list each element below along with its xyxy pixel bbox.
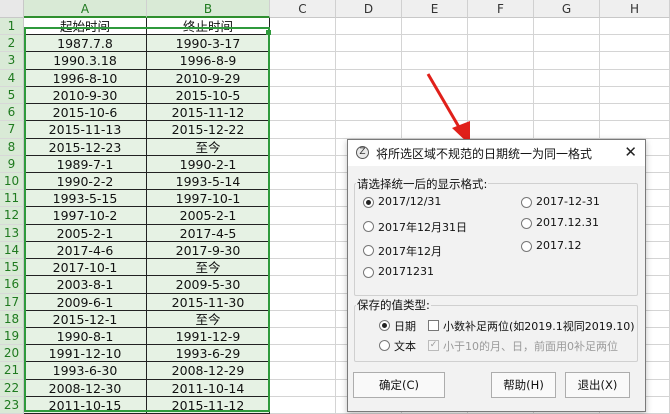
radio-format-dot-month[interactable] [521, 241, 532, 252]
value-group-label: 保存的值类型: [356, 297, 431, 313]
format-option-label: 20171231 [378, 265, 434, 278]
help-button[interactable]: 帮助(H) [491, 372, 556, 398]
radio-value-date[interactable] [379, 320, 390, 331]
checkbox-zero-pad-label: 小于10的月、日，前面用0补足两位 [443, 340, 618, 353]
date-format-dialog: Z 将所选区域不规范的日期统一为同一格式 ✕ 请选择统一后的显示格式: 2017… [347, 139, 646, 412]
format-option-label: 2017-12-31 [536, 195, 600, 208]
format-option-label: 2017年12月 [378, 245, 442, 258]
format-option-label: 2017年12月31日 [378, 221, 467, 234]
radio-format-dash[interactable] [521, 197, 532, 208]
radio-format-cn-month[interactable] [363, 245, 374, 256]
format-option-label: 2017.12.31 [536, 216, 599, 229]
close-icon[interactable]: ✕ [624, 143, 637, 161]
checkbox-decimal-pad[interactable] [428, 320, 439, 331]
checkbox-zero-pad[interactable]: ✓ [428, 340, 439, 351]
radio-value-text[interactable] [379, 340, 390, 351]
ok-button[interactable]: 确定(C) [353, 372, 445, 398]
radio-format-slash[interactable] [363, 197, 374, 208]
checkbox-decimal-label: 小数补足两位(如2019.1视同2019.10) [443, 320, 635, 333]
radio-format-dot[interactable] [521, 218, 532, 229]
value-type-label: 文本 [394, 340, 416, 353]
format-option-label: 2017/12/31 [378, 195, 442, 208]
format-option-label: 2017.12 [536, 239, 582, 252]
radio-format-compact[interactable] [363, 267, 374, 278]
dialog-title: 将所选区域不规范的日期统一为同一格式 [376, 147, 593, 161]
exit-button[interactable]: 退出(X) [565, 372, 630, 398]
app-icon: Z [356, 146, 369, 159]
radio-format-cn-full[interactable] [363, 221, 374, 232]
value-type-label: 日期 [394, 320, 416, 333]
dialog-titlebar: Z 将所选区域不规范的日期统一为同一格式 ✕ [348, 140, 645, 166]
format-group-label: 请选择统一后的显示格式: [356, 176, 489, 192]
